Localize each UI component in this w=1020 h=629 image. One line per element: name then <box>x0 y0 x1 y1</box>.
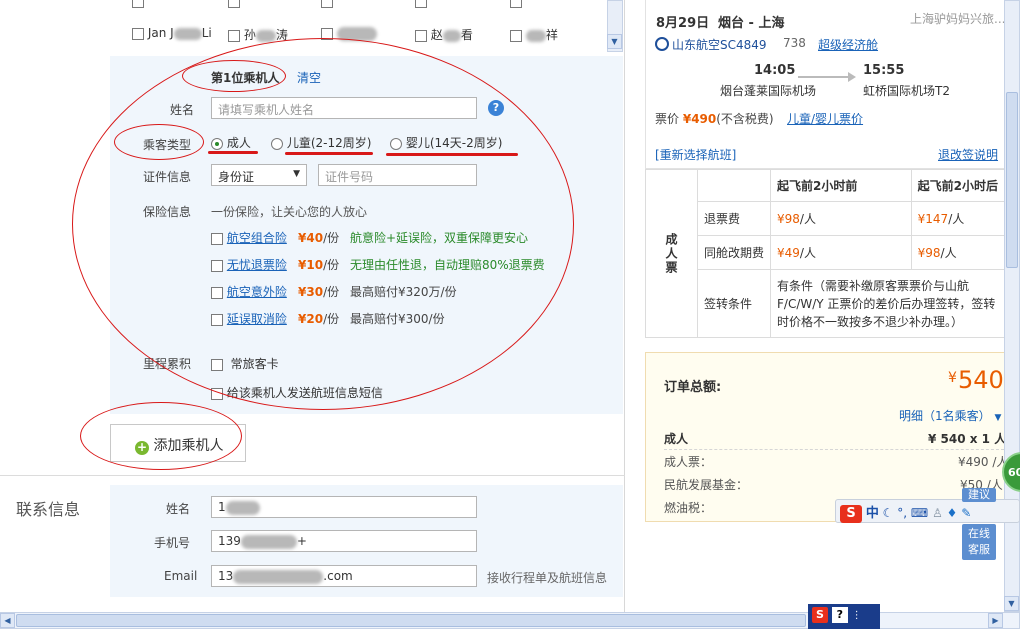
sogou-mini-icon: S <box>812 607 828 623</box>
flight-date: 8月29日 <box>656 16 710 31</box>
arrival-airport: 虹桥国际机场T2 <box>863 84 950 98</box>
airline-flight-no: 山东航空SC4849 <box>672 38 767 52</box>
annotation-ellipse-title <box>182 60 286 92</box>
contact-section-title: 联系信息 <box>16 500 81 519</box>
fee-table: 成人票 起飞前2小时前 起飞前2小时后 退票费 ¥98/人 ¥147/人 同舱改… <box>645 169 1006 338</box>
wrench-icon: ✎ <box>961 506 972 520</box>
header-before: 起飞前2小时前 <box>770 169 912 202</box>
page-scroll-thumb[interactable] <box>1006 92 1018 268</box>
adult-label: 成人 <box>664 432 689 446</box>
email-hint: 接收行程单及航班信息 <box>487 571 608 585</box>
chinese-mode-icon: 中 <box>865 506 879 521</box>
scroll-right-arrow-icon[interactable]: ▶ <box>988 613 1003 628</box>
aircraft-type: 738 <box>783 36 806 50</box>
annotation-ellipse-form <box>72 38 574 410</box>
child-price-link[interactable]: 儿童/婴儿票价 <box>787 110 863 127</box>
ime-mini-toolbar[interactable]: S ? ⋮ <box>808 604 880 629</box>
row1-checkbox-4[interactable] <box>415 0 427 8</box>
online-service-button[interactable]: 在线客服 <box>962 524 996 560</box>
cabin-class-link[interactable]: 超级经济舱 <box>818 36 878 53</box>
annotation-ellipse-add <box>80 402 242 470</box>
scroll-left-arrow-icon[interactable]: ◀ <box>0 613 15 628</box>
annotation-underline-3 <box>386 153 518 156</box>
order-total-label: 订单总额: <box>664 380 722 395</box>
adult-ticket-label: 成人票 <box>645 169 698 338</box>
email-input[interactable]: 13 .com <box>211 565 477 587</box>
feedback-button[interactable]: 建议 <box>962 488 996 502</box>
more-icon: ⋮ <box>851 610 862 621</box>
help-mini-icon: ? <box>831 607 848 623</box>
sign-condition-text: 有条件（需要补缴原客票票价与山航F/C/W/Y 正票价的差价后办理签转，签转时价… <box>770 269 1005 338</box>
adult-subtotal: ¥ 540 x 1 人 <box>928 432 1007 446</box>
flight-arrow-icon <box>798 76 850 78</box>
row1-checkbox-2[interactable] <box>228 0 240 8</box>
page-scroll-down-icon[interactable]: ▼ <box>1004 596 1019 611</box>
order-total: 540 <box>958 366 1004 394</box>
ticket-price-row: 票价 ¥490(不含税费) <box>655 112 774 126</box>
change-fee-label: 同舱改期费 <box>696 235 772 270</box>
refund-rules-link[interactable]: 退改签说明 <box>938 146 998 163</box>
section-divider <box>0 475 625 476</box>
agency-name: 上海驴妈妈兴旅... <box>910 12 1006 26</box>
order-detail-link[interactable]: 明细（1名乘客） ▼ <box>899 407 1001 424</box>
scroll-down-arrow-icon[interactable]: ▼ <box>607 34 622 49</box>
header-after: 起飞前2小时后 <box>910 169 1006 202</box>
sign-condition-label: 签转条件 <box>696 269 772 338</box>
order-currency: ¥ <box>948 370 957 386</box>
order-divider <box>664 449 1004 450</box>
annotation-underline-2 <box>285 152 373 155</box>
skin-icon: ♦ <box>946 506 958 520</box>
email-label: Email <box>164 569 198 583</box>
keyboard-icon: ⌨ <box>910 506 929 520</box>
sogou-logo-icon: S <box>840 505 862 523</box>
caret-down-icon: ▼ <box>994 413 1002 423</box>
passenger-option-1[interactable]: Jan J Li <box>132 26 212 40</box>
passenger-option-5[interactable]: 祥 <box>510 26 558 43</box>
reselect-flight-link[interactable]: [重新选择航班] <box>655 146 736 163</box>
order-line-fuel-label: 燃油税： <box>664 501 713 515</box>
ime-toolbar[interactable]: S 中 ☾ °, ⌨ ♙ ♦ ✎ <box>835 499 1020 523</box>
refund-fee-label: 退票费 <box>696 201 772 236</box>
passenger-option-4[interactable]: 赵看 <box>415 26 473 43</box>
row1-checkbox-5[interactable] <box>510 0 522 8</box>
contact-name-input[interactable]: 1 <box>211 496 477 518</box>
user-icon: ♙ <box>932 506 943 520</box>
departure-airport: 烟台蓬莱国际机场 <box>720 84 817 98</box>
order-line-ticket-value: ¥490 /人 <box>958 455 1009 469</box>
contact-name-label: 姓名 <box>166 502 191 516</box>
flight-arrow-head <box>848 72 856 82</box>
moon-icon: ☾ <box>882 506 894 520</box>
order-line-fund-label: 民航发展基金： <box>664 478 749 492</box>
row1-checkbox-3[interactable] <box>321 0 333 8</box>
airline-logo-icon <box>655 37 669 51</box>
order-line-ticket-label: 成人票： <box>664 455 713 469</box>
flight-route: 烟台 - 上海 <box>718 16 785 31</box>
arrival-time: 15:55 <box>863 63 905 78</box>
phone-label: 手机号 <box>154 536 191 550</box>
horizontal-scroll-thumb[interactable] <box>16 614 806 627</box>
annotation-ellipse-type <box>114 124 204 160</box>
phone-input[interactable]: 139 + <box>211 530 477 552</box>
row1-checkbox-1[interactable] <box>132 0 144 8</box>
punctuation-icon: °, <box>897 506 908 520</box>
departure-time: 14:05 <box>754 63 796 78</box>
annotation-underline-1 <box>208 151 258 154</box>
